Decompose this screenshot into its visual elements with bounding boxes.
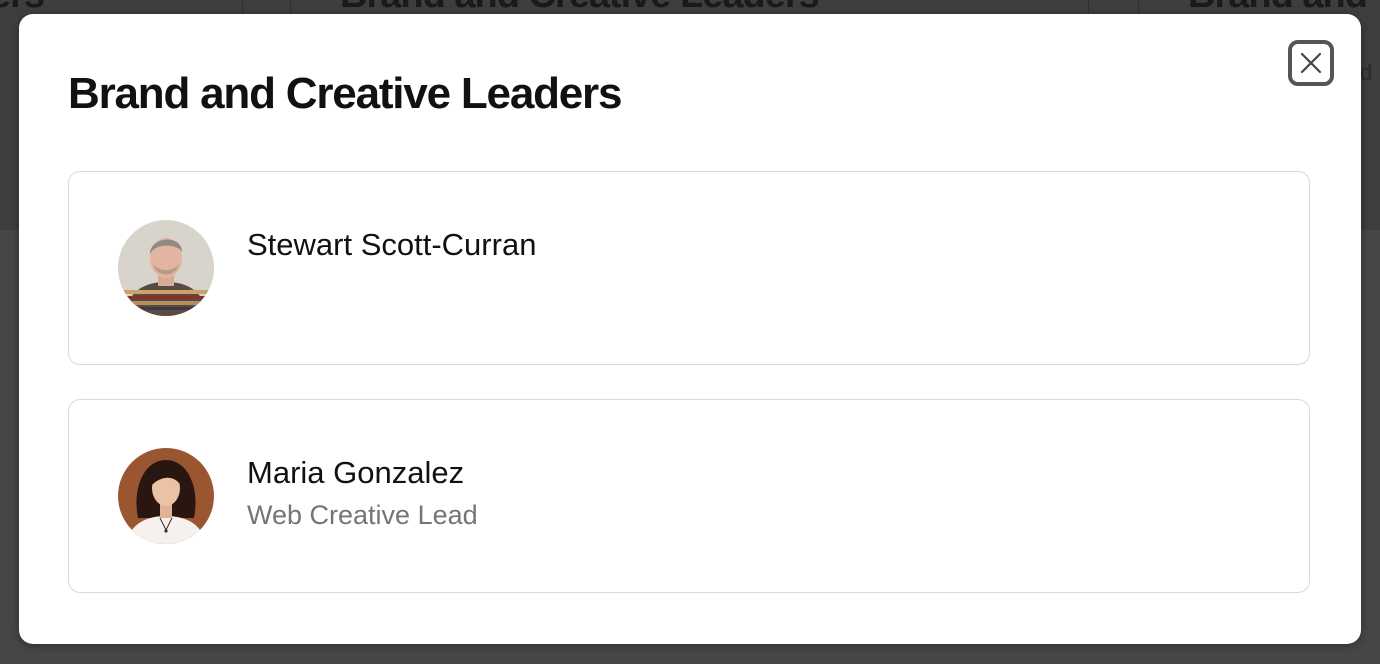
person-name: Stewart Scott-Curran — [247, 227, 537, 262]
person-card-maria[interactable]: Maria Gonzalez Web Creative Lead — [68, 399, 1310, 593]
person-card-stewart[interactable]: Stewart Scott-Curran — [68, 171, 1310, 365]
person-role: Web Creative Lead — [247, 500, 478, 530]
close-button[interactable] — [1288, 40, 1334, 86]
avatar-photo-stewart-icon — [118, 220, 214, 316]
modal-title: Brand and Creative Leaders — [68, 69, 622, 118]
backdrop-subtext: d — [1360, 60, 1373, 85]
avatar-photo-maria-icon — [118, 448, 214, 544]
avatar — [118, 220, 214, 316]
leaders-modal: Brand and Creative Leaders Stewart Scott… — [19, 14, 1361, 644]
close-icon — [1299, 51, 1323, 75]
avatar — [118, 448, 214, 544]
person-name: Maria Gonzalez — [247, 455, 465, 490]
